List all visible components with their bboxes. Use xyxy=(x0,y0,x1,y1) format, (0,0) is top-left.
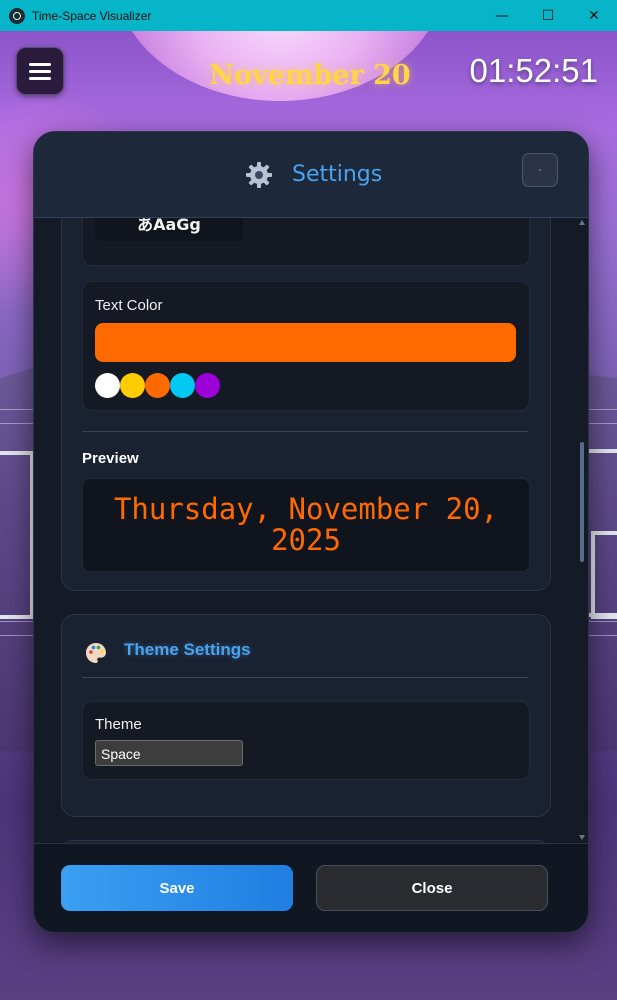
save-button[interactable]: Save xyxy=(61,865,293,911)
preview-box: Thursday, November 20, 2025 xyxy=(82,478,530,572)
scroll-down-arrow[interactable] xyxy=(579,835,585,840)
swatch-cyan[interactable] xyxy=(170,373,195,398)
theme-settings-section: Theme Settings Theme Space xyxy=(61,614,551,817)
modal-close-icon-button[interactable] xyxy=(522,153,558,187)
hamburger-icon xyxy=(29,62,51,66)
section-divider xyxy=(82,431,528,432)
hamburger-icon xyxy=(29,76,51,80)
swatch-white[interactable] xyxy=(95,373,120,398)
settings-scroll-area[interactable]: あAaGg Text Color Preview Thursday, Novem… xyxy=(34,218,588,843)
app-icon xyxy=(9,7,25,24)
text-color-label: Text Color xyxy=(95,297,163,314)
palette-icon xyxy=(86,643,106,663)
maximize-button[interactable]: ☐ xyxy=(525,0,571,31)
modal-header: Settings xyxy=(34,132,588,218)
menu-button[interactable] xyxy=(16,47,64,95)
settings-modal: Settings あAaGg Text Color Preview Thursd… xyxy=(33,131,589,933)
text-color-picker[interactable] xyxy=(95,323,516,362)
text-color-card: Text Color xyxy=(82,281,530,411)
hud-date: November 20 xyxy=(209,60,411,91)
hud-clock: 01:52:51 xyxy=(469,52,598,89)
theme-settings-title: Theme Settings xyxy=(124,640,251,659)
scroll-up-arrow[interactable] xyxy=(579,220,585,225)
theme-select[interactable]: Space xyxy=(95,740,243,766)
gear-icon xyxy=(246,162,272,188)
font-sample[interactable]: あAaGg xyxy=(95,218,243,241)
theme-card: Theme Space xyxy=(82,701,530,780)
window-titlebar: Time-Space Visualizer — ☐ ✕ xyxy=(0,0,617,31)
hamburger-icon xyxy=(29,69,51,73)
preview-label: Preview xyxy=(82,450,139,467)
minimize-button[interactable]: — xyxy=(479,0,525,31)
color-swatches xyxy=(95,373,220,398)
preview-text: Thursday, November 20, 2025 xyxy=(113,492,499,557)
modal-footer: Save Close xyxy=(34,843,588,932)
window-controls: — ☐ ✕ xyxy=(479,0,617,31)
window-title: Time-Space Visualizer xyxy=(32,8,152,23)
font-card: あAaGg xyxy=(82,218,530,266)
background-frame xyxy=(0,451,34,619)
scrollbar-thumb[interactable] xyxy=(580,442,584,562)
swatch-yellow[interactable] xyxy=(120,373,145,398)
swatch-orange[interactable] xyxy=(145,373,170,398)
close-button[interactable]: Close xyxy=(316,865,548,911)
background-frame xyxy=(591,531,617,619)
theme-label: Theme xyxy=(95,716,142,733)
text-settings-section: あAaGg Text Color Preview Thursday, Novem… xyxy=(61,218,551,591)
modal-title: Settings xyxy=(292,162,383,187)
window-close-button[interactable]: ✕ xyxy=(571,0,617,31)
section-divider xyxy=(82,677,528,678)
swatch-purple[interactable] xyxy=(195,373,220,398)
